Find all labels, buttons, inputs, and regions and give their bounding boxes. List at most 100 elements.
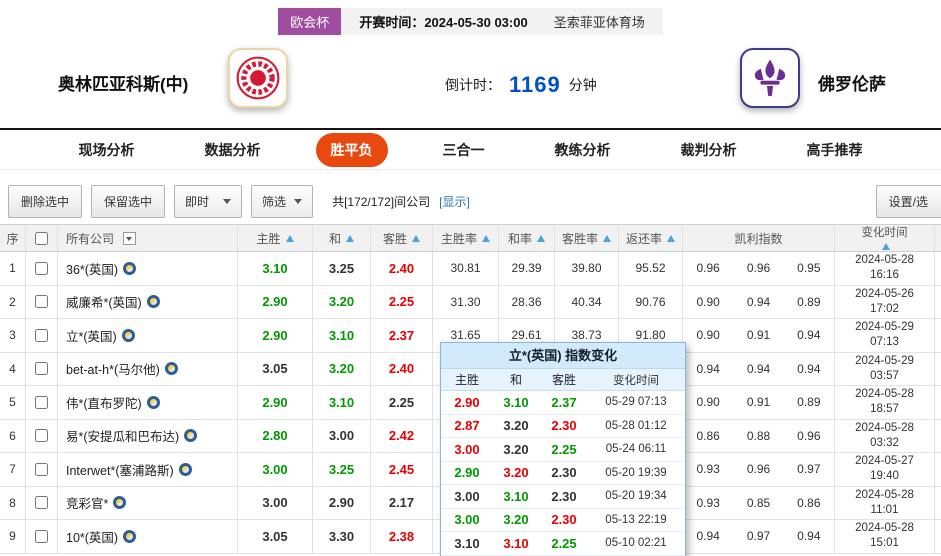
header-draw-rate[interactable]: 和率 — [499, 225, 555, 251]
away-odds[interactable]: 2.42 — [371, 419, 433, 452]
away-odds[interactable]: 2.38 — [371, 520, 433, 553]
draw-odds[interactable]: 3.20 — [313, 352, 371, 385]
popup-change-time: 05-10 02:21 — [605, 537, 667, 550]
row-checkbox[interactable] — [35, 295, 48, 309]
company-filter-icon[interactable] — [123, 231, 137, 245]
company-name[interactable]: 10*(英国) — [66, 527, 118, 546]
popup-home-odds: 3.00 — [454, 488, 480, 504]
draw-odds[interactable]: 3.20 — [313, 285, 371, 318]
home-odds[interactable]: 2.90 — [238, 319, 313, 352]
company-detail-icon[interactable] — [146, 395, 160, 409]
company-name[interactable]: 易*(安提瓜和巴布达) — [66, 426, 179, 445]
change-time: 18:57 — [870, 403, 899, 416]
kelly-cell: 0.93 0.96 0.97 — [683, 453, 835, 486]
header-away-odds[interactable]: 客胜 — [371, 225, 433, 251]
header-kelly-label: 凯利指数 — [734, 231, 783, 246]
popup-draw-odds: 3.10 — [503, 535, 529, 551]
company-detail-icon[interactable] — [164, 362, 178, 376]
change-date: 2024-05-26 — [855, 287, 914, 300]
row-checkbox[interactable] — [35, 496, 48, 510]
company-name[interactable]: bet-at-h*(马尔他) — [66, 359, 160, 378]
company-name[interactable]: 伟*(直布罗陀) — [66, 393, 142, 412]
company-detail-icon[interactable] — [113, 496, 127, 510]
company-detail-icon[interactable] — [146, 295, 160, 309]
header-kelly: 凯利指数 — [683, 225, 835, 251]
keep-selected-button[interactable]: 保留选中 — [91, 184, 166, 218]
home-odds[interactable]: 2.90 — [238, 386, 313, 419]
company-cell: 36*(英国) — [58, 252, 238, 285]
company-name[interactable]: 竞彩官* — [66, 493, 108, 512]
away-odds[interactable]: 2.25 — [371, 285, 433, 318]
draw-odds[interactable]: 3.30 — [313, 520, 371, 553]
header-away-rate[interactable]: 客胜率 — [555, 225, 619, 251]
away-odds[interactable]: 2.25 — [371, 386, 433, 419]
draw-odds[interactable]: 3.25 — [313, 252, 371, 285]
row-checkbox[interactable] — [35, 261, 48, 275]
row-index: 6 — [0, 419, 26, 452]
draw-odds[interactable]: 3.00 — [313, 419, 371, 452]
home-odds[interactable]: 3.05 — [238, 352, 313, 385]
draw-odds[interactable]: 3.10 — [313, 386, 371, 419]
filter-select[interactable]: 筛选 — [251, 184, 314, 218]
company-detail-icon[interactable] — [184, 429, 198, 443]
chevron-down-icon — [294, 198, 303, 204]
sort-asc-icon — [667, 234, 675, 242]
header-home-rate[interactable]: 主胜率 — [433, 225, 499, 251]
header-company[interactable]: 所有公司 — [58, 225, 238, 251]
away-odds[interactable]: 2.17 — [371, 486, 433, 519]
row-checkbox[interactable] — [35, 395, 48, 409]
column-stub — [935, 386, 941, 419]
show-link[interactable]: [显示] — [439, 193, 470, 210]
nav-tab[interactable]: 三合一 — [428, 133, 500, 167]
away-odds[interactable]: 2.45 — [371, 453, 433, 486]
home-odds[interactable]: 2.80 — [238, 419, 313, 452]
delete-selected-button[interactable]: 删除选中 — [8, 184, 83, 218]
header-return-rate[interactable]: 返还率 — [619, 225, 683, 251]
company-name[interactable]: 立*(英国) — [66, 326, 117, 345]
draw-odds[interactable]: 2.90 — [313, 486, 371, 519]
home-odds[interactable]: 3.10 — [238, 252, 313, 285]
company-name[interactable]: 36*(英国) — [66, 259, 118, 278]
company-detail-icon[interactable] — [121, 328, 135, 342]
settings-button[interactable]: 设置/选 — [875, 184, 941, 218]
kelly-home: 0.86 — [696, 428, 720, 443]
row-checkbox[interactable] — [35, 529, 48, 543]
company-cell: 易*(安提瓜和巴布达) — [58, 419, 238, 452]
away-odds[interactable]: 2.40 — [371, 352, 433, 385]
header-draw-odds[interactable]: 和 — [313, 225, 371, 251]
row-checkbox[interactable] — [35, 328, 48, 342]
company-detail-icon[interactable] — [123, 529, 137, 543]
company-name[interactable]: 威廉希*(英国) — [66, 292, 142, 311]
home-odds[interactable]: 3.00 — [238, 453, 313, 486]
draw-odds[interactable]: 3.25 — [313, 453, 371, 486]
change-time-cell: 2024-05-28 16:16 — [835, 252, 935, 285]
home-odds[interactable]: 3.05 — [238, 520, 313, 553]
header-change-time[interactable]: 变化时间 — [835, 225, 935, 251]
nav-tab[interactable]: 裁判分析 — [666, 133, 752, 167]
row-checkbox[interactable] — [35, 362, 48, 376]
company-detail-icon[interactable] — [178, 462, 192, 476]
nav-tab[interactable]: 数据分析 — [190, 133, 276, 167]
company-detail-icon[interactable] — [123, 261, 137, 275]
time-mode-select[interactable]: 即时 — [174, 184, 243, 218]
nav-tab[interactable]: 胜平负 — [315, 132, 388, 167]
row-index: 5 — [0, 386, 26, 419]
countdown: 倒计时： 1169 分钟 — [445, 72, 597, 98]
header-home-odds[interactable]: 主胜 — [238, 225, 313, 251]
row-checkbox[interactable] — [35, 462, 48, 476]
company-name[interactable]: Interwet*(塞浦路斯) — [66, 460, 174, 479]
match-meta-strip: 开赛时间：2024-05-30 03:00 圣索菲亚体育场 — [341, 8, 663, 35]
row-checkbox[interactable] — [35, 429, 48, 443]
header-away-rate-label: 客胜率 — [561, 231, 598, 246]
nav-tab[interactable]: 现场分析 — [64, 133, 150, 167]
home-odds[interactable]: 2.90 — [238, 285, 313, 318]
away-odds[interactable]: 2.37 — [371, 319, 433, 352]
popup-row: 3.00 3.10 2.30 05-20 19:34 — [441, 485, 685, 509]
popup-change-time: 05-24 06:11 — [605, 443, 667, 456]
home-odds[interactable]: 3.00 — [238, 486, 313, 519]
select-all-checkbox[interactable] — [35, 231, 48, 245]
nav-tab[interactable]: 教练分析 — [540, 133, 626, 167]
nav-tab[interactable]: 高手推荐 — [792, 133, 878, 167]
draw-odds[interactable]: 3.10 — [313, 319, 371, 352]
away-odds[interactable]: 2.40 — [371, 252, 433, 285]
